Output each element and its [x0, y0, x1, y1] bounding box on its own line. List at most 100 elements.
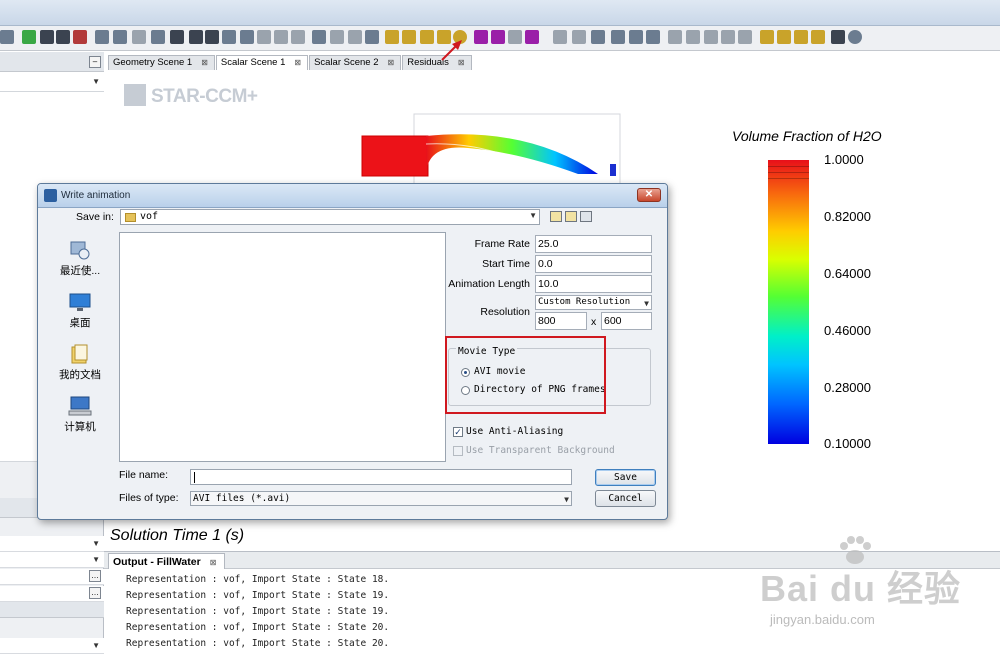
resolution-select[interactable]: Custom Resolution ▼ [535, 295, 652, 310]
comment-icon[interactable] [611, 30, 625, 44]
grid2-icon[interactable] [291, 30, 305, 44]
frame-rate-input[interactable]: 25.0 [535, 235, 652, 253]
close-button[interactable]: ✕ [637, 188, 661, 202]
place-desktop[interactable]: 桌面 [48, 292, 112, 330]
play-icon[interactable] [385, 30, 399, 44]
zoom-icon[interactable] [132, 30, 146, 44]
stop2-icon[interactable] [777, 30, 791, 44]
legend-value: 0.82000 [824, 209, 871, 224]
forward2-icon[interactable] [811, 30, 825, 44]
step-back-icon[interactable] [420, 30, 434, 44]
frame-back-icon[interactable] [668, 30, 682, 44]
axis-icon[interactable] [312, 30, 326, 44]
cancel-button[interactable]: Cancel [595, 490, 656, 507]
frame-next-icon[interactable] [704, 30, 718, 44]
edit-icon[interactable] [591, 30, 605, 44]
log-line: Representation : vof, Import State : Sta… [126, 590, 390, 601]
close-icon[interactable]: ⊠ [388, 58, 395, 67]
save-in-select[interactable]: vof ▼ [120, 209, 540, 225]
property-row[interactable]: ▼ [0, 536, 104, 552]
anti-aliasing-checkbox[interactable]: ✓ [453, 427, 463, 437]
scene-mag2-icon[interactable] [491, 30, 505, 44]
tab-scalar-scene-1[interactable]: Scalar Scene 1 ⊠ [215, 55, 309, 70]
stop-icon[interactable] [73, 30, 87, 44]
stop-anim-icon[interactable] [402, 30, 416, 44]
frame-end-icon[interactable] [721, 30, 735, 44]
walk-icon[interactable] [40, 30, 54, 44]
close-icon[interactable]: ⊠ [201, 58, 208, 67]
gear-icon[interactable] [848, 30, 862, 44]
transparent-background-checkbox[interactable] [453, 446, 463, 456]
hand-icon[interactable] [365, 30, 379, 44]
property-row[interactable]: … [0, 569, 104, 585]
flag-icon[interactable] [22, 30, 36, 44]
mesh2-icon[interactable] [572, 30, 586, 44]
tab-geometry-scene-1[interactable]: Geometry Scene 1 ⊠ [108, 55, 215, 70]
place-recent[interactable]: 最近使... [48, 240, 112, 278]
chevron-down-icon[interactable]: ▼ [92, 641, 100, 650]
chevron-down-icon[interactable]: ▼ [92, 77, 100, 86]
report-icon[interactable] [831, 30, 845, 44]
chevron-down-icon[interactable]: ▼ [92, 555, 100, 564]
ellipsis-button[interactable]: … [89, 587, 101, 599]
part-icon[interactable] [508, 30, 522, 44]
play2-icon[interactable] [760, 30, 774, 44]
minimize-icon[interactable]: – [89, 56, 101, 68]
fit-icon[interactable] [113, 30, 127, 44]
property-row[interactable]: ▼ [0, 638, 104, 654]
place-computer[interactable]: 计算机 [48, 396, 112, 434]
box-icon[interactable] [240, 30, 254, 44]
tab-output-fillwater[interactable]: Output - FillWater ⊠ [108, 553, 226, 569]
resolution-width-input[interactable]: 800 [535, 312, 587, 330]
up-folder-icon[interactable] [550, 211, 562, 222]
prev-icon[interactable] [629, 30, 643, 44]
view-icon[interactable] [95, 30, 109, 44]
forward-arrow-icon[interactable] [205, 30, 219, 44]
display-icon[interactable] [525, 30, 539, 44]
scene-mag-icon[interactable] [474, 30, 488, 44]
rotate-icon[interactable] [222, 30, 236, 44]
view-menu-icon[interactable] [580, 211, 592, 222]
place-documents[interactable]: 我的文档 [48, 344, 112, 382]
camera-icon[interactable] [170, 30, 184, 44]
log-line: Representation : vof, Import State : Sta… [126, 606, 390, 617]
start-time-input[interactable]: 0.0 [535, 255, 652, 273]
resolution-x-label: x [591, 316, 597, 328]
resolution-height-input[interactable]: 600 [601, 312, 652, 330]
frame-prev-icon[interactable] [686, 30, 700, 44]
run-icon[interactable] [56, 30, 70, 44]
file-name-input[interactable] [190, 469, 572, 485]
file-name-label: File name: [119, 469, 169, 481]
folder-icon [125, 213, 136, 222]
ruler-icon[interactable] [257, 30, 271, 44]
mesh-icon[interactable] [553, 30, 567, 44]
close-icon[interactable]: ⊠ [210, 558, 217, 567]
back-arrow-icon[interactable] [189, 30, 203, 44]
output-log[interactable]: Representation : vof, Import State : Sta… [104, 570, 1000, 649]
write-animation-dialog: Write animation ✕ Save in: vof ▼ 最近使... … [37, 183, 668, 520]
undo-icon[interactable] [738, 30, 752, 44]
tab-scalar-scene-2[interactable]: Scalar Scene 2 ⊠ [309, 55, 402, 70]
animation-length-input[interactable]: 10.0 [535, 275, 652, 293]
grid-icon[interactable] [0, 30, 14, 44]
file-list[interactable] [119, 232, 446, 462]
files-of-type-select[interactable]: AVI files (*.avi) ▼ [190, 491, 572, 506]
property-row[interactable]: … [0, 586, 104, 602]
ellipsis-button[interactable]: … [89, 570, 101, 582]
main-toolbar [0, 26, 1000, 51]
legend-title: Volume Fraction of H2O [732, 128, 882, 144]
table-icon[interactable] [274, 30, 288, 44]
dialog-title-bar[interactable]: Write animation ✕ [38, 184, 667, 208]
close-icon[interactable]: ⊠ [294, 58, 301, 67]
save-button[interactable]: Save [595, 469, 656, 486]
next-icon[interactable] [646, 30, 660, 44]
chevron-down-icon[interactable]: ▼ [92, 539, 100, 548]
slice-icon[interactable] [348, 30, 362, 44]
back2-icon[interactable] [794, 30, 808, 44]
dialog-title: Write animation [61, 190, 131, 201]
select-icon[interactable] [151, 30, 165, 44]
probe-icon[interactable] [330, 30, 344, 44]
property-row[interactable]: ▼ [0, 552, 104, 568]
new-folder-icon[interactable] [565, 211, 577, 222]
log-line: Representation : vof, Import State : Sta… [126, 622, 390, 633]
